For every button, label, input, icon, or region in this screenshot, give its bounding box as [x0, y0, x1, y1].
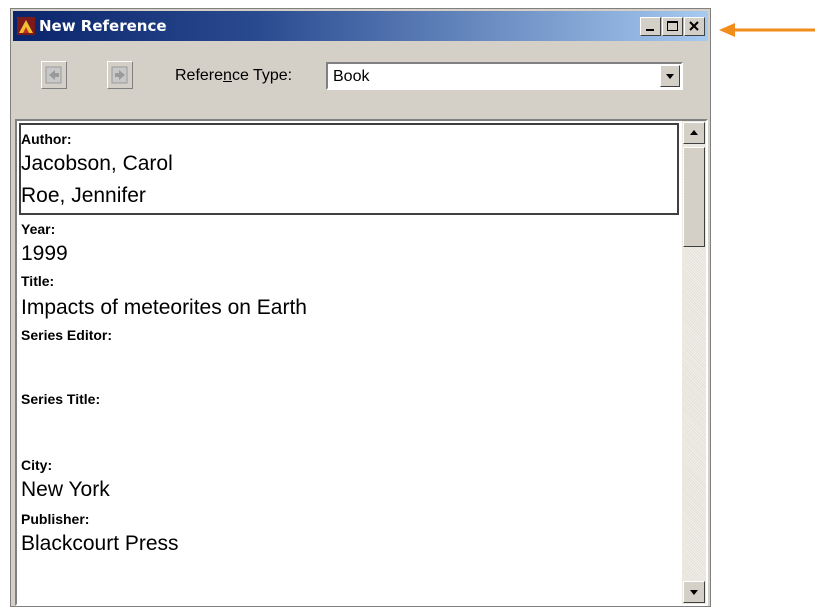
field-label-title: Title:: [21, 273, 55, 289]
title-bar[interactable]: New Reference: [13, 11, 708, 41]
scroll-down-button[interactable]: [683, 581, 705, 603]
field-value-city[interactable]: New York: [21, 477, 110, 503]
field-label-city: City:: [21, 457, 53, 473]
previous-reference-button[interactable]: [41, 61, 67, 89]
reference-type-dropdown-button[interactable]: [660, 65, 680, 87]
field-label-year: Year:: [21, 221, 56, 237]
previous-reference-icon: [45, 66, 62, 84]
field-value-author-1[interactable]: Jacobson, Carol: [21, 151, 173, 177]
chevron-down-icon: [690, 590, 698, 595]
field-value-year[interactable]: 1999: [21, 241, 68, 267]
annotation-arrow-icon: [719, 23, 815, 37]
field-label-author: Author:: [21, 131, 72, 147]
chevron-up-icon: [690, 130, 698, 135]
maximize-icon: [667, 21, 678, 31]
app-icon: [17, 17, 35, 35]
window-title: New Reference: [39, 17, 167, 35]
field-label-series-editor: Series Editor:: [21, 327, 113, 343]
next-reference-button[interactable]: [107, 61, 133, 89]
reference-type-select[interactable]: Book: [326, 62, 683, 90]
close-icon: [689, 21, 699, 31]
scroll-up-button[interactable]: [683, 122, 705, 144]
new-reference-window: New Reference Reference Type: Book Autho…: [10, 8, 711, 607]
next-reference-icon: [111, 66, 128, 84]
reference-form: Author: Jacobson, Carol Roe, Jennifer Ye…: [15, 119, 708, 606]
maximize-button[interactable]: [662, 17, 683, 36]
scrollbar-thumb[interactable]: [683, 147, 705, 247]
field-value-title[interactable]: Impacts of meteorites on Earth: [21, 295, 307, 321]
chevron-down-icon: [666, 74, 674, 79]
field-value-publisher[interactable]: Blackcourt Press: [21, 531, 179, 557]
field-value-author-2[interactable]: Roe, Jennifer: [21, 183, 146, 209]
field-label-series-title: Series Title:: [21, 391, 101, 407]
minimize-button[interactable]: [640, 17, 661, 36]
close-button[interactable]: [684, 17, 705, 36]
field-label-publisher: Publisher:: [21, 511, 90, 527]
reference-type-value: Book: [333, 68, 370, 85]
vertical-scrollbar[interactable]: [682, 121, 706, 604]
reference-type-label: Reference Type:: [175, 67, 293, 84]
minimize-icon: [646, 29, 654, 31]
